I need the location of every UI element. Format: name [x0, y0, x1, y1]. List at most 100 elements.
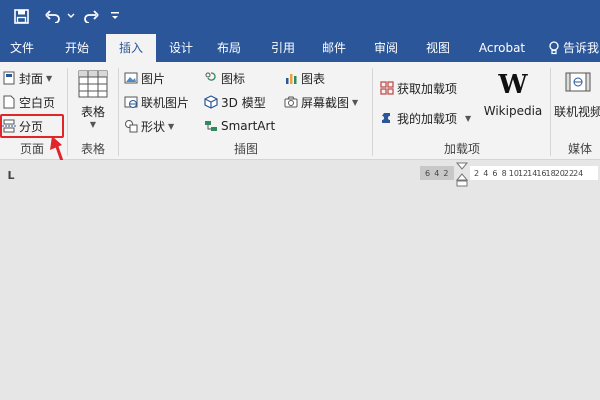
customize-qat-button[interactable]: [108, 4, 122, 28]
wikipedia-button[interactable]: W Wikipedia: [480, 70, 546, 130]
tab-mailings[interactable]: 邮件: [314, 34, 354, 62]
tab-layout[interactable]: 布局: [212, 34, 246, 62]
ruler-number: 16: [536, 168, 547, 178]
save-icon: [13, 8, 29, 24]
get-addins-button[interactable]: 获取加载项: [380, 78, 457, 98]
pictures-button[interactable]: 图片: [124, 68, 165, 88]
tab-view[interactable]: 视图: [418, 34, 458, 62]
wikipedia-logo: W: [498, 70, 528, 100]
tab-file[interactable]: 文件: [0, 34, 44, 62]
media-group-label: 媒体: [567, 142, 592, 156]
tell-me-box[interactable]: 告诉我: [548, 34, 600, 62]
chevron-down-icon: ▼: [89, 120, 97, 129]
pictures-label: 图片: [141, 71, 166, 86]
chart-icon: [286, 74, 297, 84]
screenshot-icon: [284, 96, 298, 108]
my-addins-button[interactable]: 我的加载项 ▼: [380, 108, 471, 128]
screenshot-label: 屏幕截图: [301, 95, 350, 110]
ruler-bar: L 6 4 2 2 4 6 8 10 12 14 16 18 20 22 24: [0, 160, 600, 190]
tab-acrobat[interactable]: Acrobat: [470, 34, 534, 62]
document-canvas[interactable]: [0, 190, 600, 400]
ruler-number: 8: [501, 168, 507, 178]
smartart-icon: [205, 121, 217, 131]
undo-dropdown[interactable]: [66, 4, 76, 28]
redo-icon: [84, 10, 99, 23]
cube-icon: [204, 95, 218, 109]
online-video-button[interactable]: 联机视频: [554, 70, 600, 130]
video-icon: [565, 72, 591, 92]
blank-page-icon: [3, 95, 15, 109]
ruler-number: 6: [492, 168, 498, 178]
redo-button[interactable]: [80, 4, 102, 28]
icons-button[interactable]: 图标: [204, 68, 245, 88]
3d-models-button[interactable]: 3D 模型: [204, 92, 266, 112]
ruler-number: 18: [545, 168, 556, 178]
ruler-number: 14: [527, 168, 538, 178]
tell-me-label: 告诉我: [563, 41, 600, 55]
cover-page-icon: [3, 71, 15, 85]
group-divider: [118, 68, 119, 156]
ruler-number: 22: [563, 168, 575, 178]
smartart-label: SmartArt: [221, 119, 276, 133]
tab-home[interactable]: 开始: [56, 34, 98, 62]
online-pictures-button[interactable]: 联机图片: [124, 92, 189, 112]
chevron-down-icon: ▼: [352, 97, 359, 107]
my-addins-icon: [382, 113, 390, 123]
ruler-number: 24: [573, 168, 584, 178]
my-addins-label: 我的加载项: [397, 111, 458, 126]
ruler-left-margin: 6 4 2: [420, 166, 454, 180]
online-picture-icon: [124, 96, 138, 108]
ruler-number: 4: [434, 168, 440, 178]
chevron-down-icon: ▼: [168, 121, 175, 131]
tab-references[interactable]: 引用: [264, 34, 302, 62]
addins-group-label: 加载项: [443, 142, 480, 156]
icons-label: 图标: [221, 71, 246, 86]
tab-review[interactable]: 审阅: [368, 34, 404, 62]
tab-design[interactable]: 设计: [164, 34, 198, 62]
tab-selector[interactable]: L: [3, 168, 19, 184]
chart-label: 图表: [301, 71, 326, 86]
undo-button[interactable]: [40, 4, 66, 28]
3d-models-label: 3D 模型: [221, 95, 266, 110]
chevron-down-icon: ▼: [46, 73, 53, 83]
tab-insert[interactable]: 插入: [106, 34, 156, 63]
undo-icon: [45, 10, 60, 23]
ribbon: 封面 ▼ 空白页 分页 页面 表格 ▼ 表格 图片 联机图片 形状 ▼ 图标 3…: [0, 62, 600, 160]
store-icon: [380, 81, 394, 95]
shapes-button[interactable]: 形状 ▼: [124, 116, 174, 136]
ruler-number: 2: [474, 168, 480, 178]
chevron-down-icon: ▼: [465, 113, 472, 123]
online-pictures-label: 联机图片: [141, 95, 190, 110]
icons-icon: [205, 72, 216, 81]
cover-page-label: 封面: [19, 71, 44, 86]
ruler-number: 6: [425, 168, 431, 178]
ruler-number: 20: [554, 168, 565, 178]
illustrations-group-label: 插图: [233, 142, 258, 156]
screenshot-button[interactable]: 屏幕截图 ▼: [284, 92, 358, 112]
smartart-button[interactable]: SmartArt: [204, 116, 275, 136]
shapes-icon: [125, 120, 138, 133]
group-divider: [550, 68, 551, 156]
ruler-number: 10: [508, 168, 519, 178]
blank-page-label: 空白页: [19, 95, 56, 110]
table-icon: [78, 70, 108, 98]
group-divider: [372, 68, 373, 156]
online-video-label: 联机视频: [554, 105, 600, 119]
chart-button[interactable]: 图表: [284, 68, 325, 88]
ruler-number: 4: [483, 168, 489, 178]
ruler-number: 2: [443, 168, 449, 178]
indent-marker[interactable]: [456, 162, 468, 188]
quick-access-toolbar: [0, 0, 600, 34]
chevron-down-icon: [67, 13, 75, 18]
ribbon-tabs: 文件 开始 插入 设计 布局 引用 邮件 审阅 视图 Acrobat 告诉我: [0, 34, 600, 63]
table-button[interactable]: 表格 ▼: [72, 68, 114, 134]
customize-qat-icon: [111, 12, 119, 19]
ruler-number: 12: [517, 168, 529, 178]
cover-page-button[interactable]: 封面 ▼: [2, 68, 52, 88]
save-button[interactable]: [10, 4, 32, 28]
picture-icon: [124, 72, 138, 84]
blank-page-button[interactable]: 空白页: [2, 92, 55, 112]
ruler-text-area: 2 4 6 8 10 12 14 16 18 20 22 24: [470, 166, 598, 180]
get-addins-label: 获取加载项: [397, 81, 458, 96]
table-label: 表格: [80, 105, 105, 119]
